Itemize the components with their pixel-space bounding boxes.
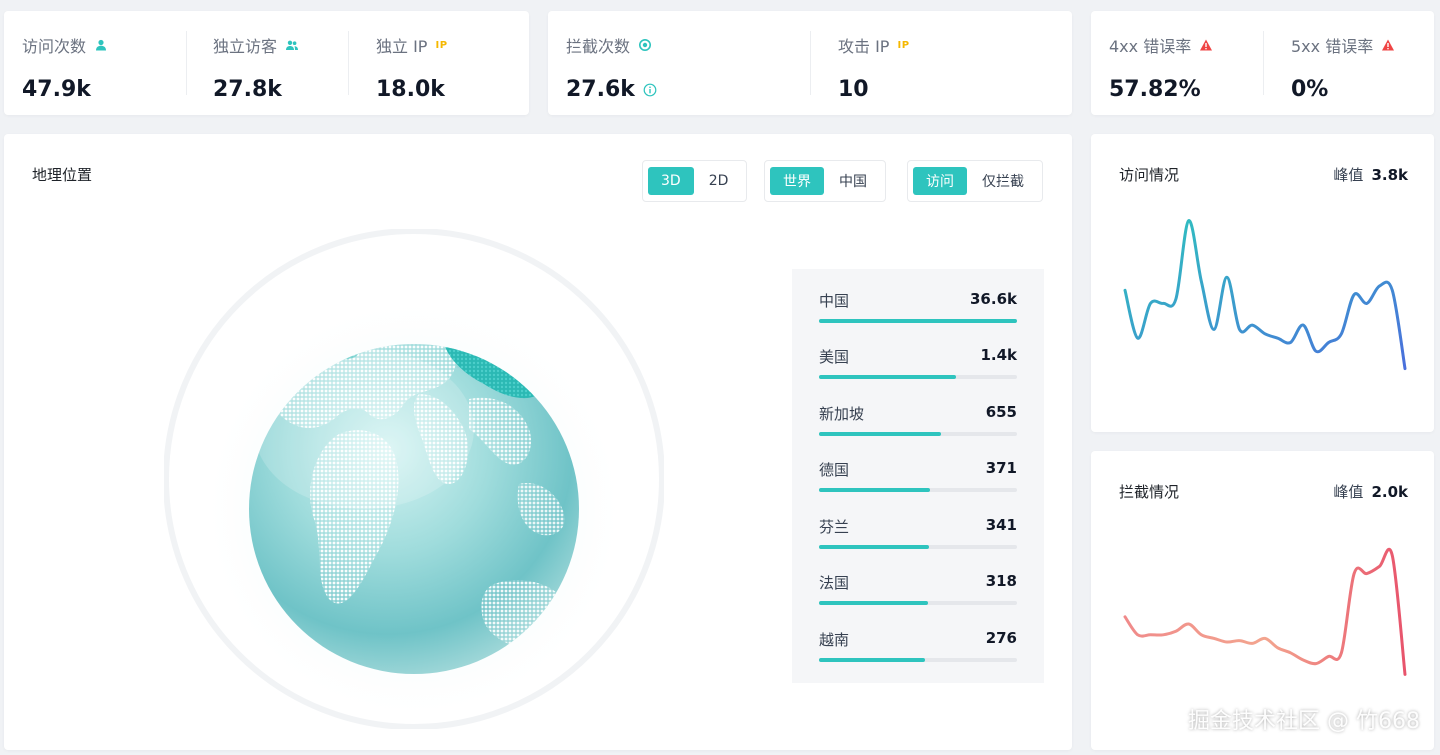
- divider: [186, 31, 187, 95]
- stat-value: 57.82%: [1109, 77, 1201, 102]
- stat-block-count: 拦截次数 27.6k: [548, 11, 810, 115]
- ranking-bar-track: [819, 545, 1017, 549]
- warning-icon: [1382, 39, 1395, 51]
- country-count: 341: [985, 516, 1017, 534]
- ranking-item: 法国 318: [819, 572, 1017, 612]
- stat-label: 独立 IP: [376, 37, 428, 56]
- stats-card-errors: 4xx 错误率 57.82% 5xx 错误率 0%: [1091, 11, 1434, 115]
- view-mode-toggle: 3D 2D: [642, 160, 748, 202]
- warning-icon: [1200, 39, 1213, 51]
- stat-label: 拦截次数: [566, 37, 631, 56]
- stat-value: 47.9k: [22, 77, 91, 102]
- stat-value: 0%: [1291, 77, 1329, 102]
- stat-value: 27.6k: [566, 77, 635, 102]
- peak-value: 2.0k: [1371, 483, 1408, 501]
- ip-badge-icon: IP: [897, 39, 910, 51]
- geo-card: 地理位置 3D 2D 世界 中国 访问 仅拦截 中国 36.6k 美国 1.4k…: [4, 134, 1072, 750]
- region-option-china[interactable]: 中国: [826, 167, 880, 195]
- ranking-item: 美国 1.4k: [819, 346, 1017, 386]
- country-count: 1.4k: [980, 346, 1017, 364]
- country-count: 655: [985, 403, 1017, 421]
- stat-label: 5xx 错误率: [1291, 37, 1374, 56]
- stat-label: 攻击 IP: [838, 37, 890, 56]
- info-icon[interactable]: [643, 83, 657, 97]
- ranking-bar-track: [819, 658, 1017, 662]
- peak-label: 峰值: [1333, 483, 1364, 501]
- ranking-bar: [819, 488, 930, 492]
- divider: [810, 31, 811, 95]
- visit-trend-line: [1123, 219, 1407, 371]
- watermark: 掘金技术社区 @ 竹668: [1188, 709, 1420, 734]
- peak-value: 3.8k: [1371, 166, 1408, 184]
- visit-trend-card: 访问情况 峰值 3.8k: [1091, 134, 1434, 432]
- ranking-item: 越南 276: [819, 629, 1017, 669]
- metric-toggle: 访问 仅拦截: [907, 160, 1043, 202]
- country-count: 36.6k: [970, 290, 1017, 308]
- stats-card-traffic: 访问次数 47.9k 独立访客 27.8k 独立 IP IP 18.0k: [4, 11, 529, 115]
- stat-value: 10: [838, 77, 869, 102]
- stat-label: 4xx 错误率: [1109, 37, 1192, 56]
- region-toggle: 世界 中国: [764, 160, 886, 202]
- ranking-bar: [819, 545, 929, 549]
- ranking-item: 中国 36.6k: [819, 290, 1017, 330]
- stat-attack-ip: 攻击 IP IP 10: [810, 11, 1072, 115]
- stat-unique-ip: 独立 IP IP 18.0k: [348, 11, 529, 115]
- block-peak: 峰值 2.0k: [1333, 481, 1408, 502]
- stats-card-security: 拦截次数 27.6k 攻击 IP IP 10: [548, 11, 1072, 115]
- ip-badge-icon: IP: [435, 39, 448, 51]
- country-name: 美国: [819, 348, 850, 366]
- country-name: 芬兰: [819, 518, 850, 536]
- geo-title: 地理位置: [32, 166, 93, 184]
- country-count: 276: [985, 629, 1017, 647]
- users-icon: [286, 40, 299, 50]
- country-count: 371: [985, 459, 1017, 477]
- country-name: 越南: [819, 631, 850, 649]
- peak-label: 峰值: [1333, 166, 1364, 184]
- ranking-item: 芬兰 341: [819, 516, 1017, 556]
- region-option-world[interactable]: 世界: [770, 167, 824, 195]
- metric-option-block-only[interactable]: 仅拦截: [969, 167, 1037, 195]
- block-trend-chart: [1123, 547, 1407, 676]
- country-count: 318: [985, 572, 1017, 590]
- visit-peak: 峰值 3.8k: [1333, 164, 1408, 185]
- ranking-bar-track: [819, 319, 1017, 323]
- ranking-item: 德国 371: [819, 459, 1017, 499]
- divider: [348, 31, 349, 95]
- stat-label: 独立访客: [213, 37, 278, 56]
- ranking-bar-track: [819, 601, 1017, 605]
- stat-label: 访问次数: [22, 37, 87, 56]
- ranking-bar: [819, 601, 928, 605]
- block-trend-line: [1123, 547, 1407, 676]
- view-option-2d[interactable]: 2D: [696, 167, 742, 195]
- stat-4xx-rate: 4xx 错误率 57.82%: [1091, 11, 1263, 115]
- ranking-bar: [819, 319, 1017, 323]
- country-name: 中国: [819, 292, 850, 310]
- ranking-bar: [819, 658, 925, 662]
- stat-visit-count: 访问次数 47.9k: [4, 11, 186, 115]
- ranking-bar: [819, 375, 956, 379]
- country-name: 法国: [819, 574, 850, 592]
- stat-value: 27.8k: [213, 77, 282, 102]
- country-ranking: 中国 36.6k 美国 1.4k 新加坡 655 德国 371 芬兰 341 法…: [792, 269, 1044, 683]
- metric-option-visit[interactable]: 访问: [913, 167, 967, 195]
- globe-graphic: [163, 228, 665, 730]
- visit-trend-chart: [1123, 219, 1407, 371]
- block-trend-title: 拦截情况: [1119, 483, 1180, 501]
- visit-trend-title: 访问情况: [1119, 166, 1180, 184]
- ranking-bar: [819, 432, 941, 436]
- stat-value: 18.0k: [376, 77, 445, 102]
- globe[interactable]: [163, 228, 665, 730]
- stat-unique-visitors: 独立访客 27.8k: [186, 11, 348, 115]
- view-option-3d[interactable]: 3D: [648, 167, 694, 195]
- ranking-bar-track: [819, 432, 1017, 436]
- shield-target-icon: [639, 39, 652, 51]
- country-name: 德国: [819, 461, 850, 479]
- country-name: 新加坡: [819, 405, 865, 423]
- ranking-bar-track: [819, 375, 1017, 379]
- divider: [1263, 31, 1264, 95]
- user-icon: [96, 39, 107, 51]
- ranking-bar-track: [819, 488, 1017, 492]
- ranking-item: 新加坡 655: [819, 403, 1017, 443]
- stat-5xx-rate: 5xx 错误率 0%: [1263, 11, 1434, 115]
